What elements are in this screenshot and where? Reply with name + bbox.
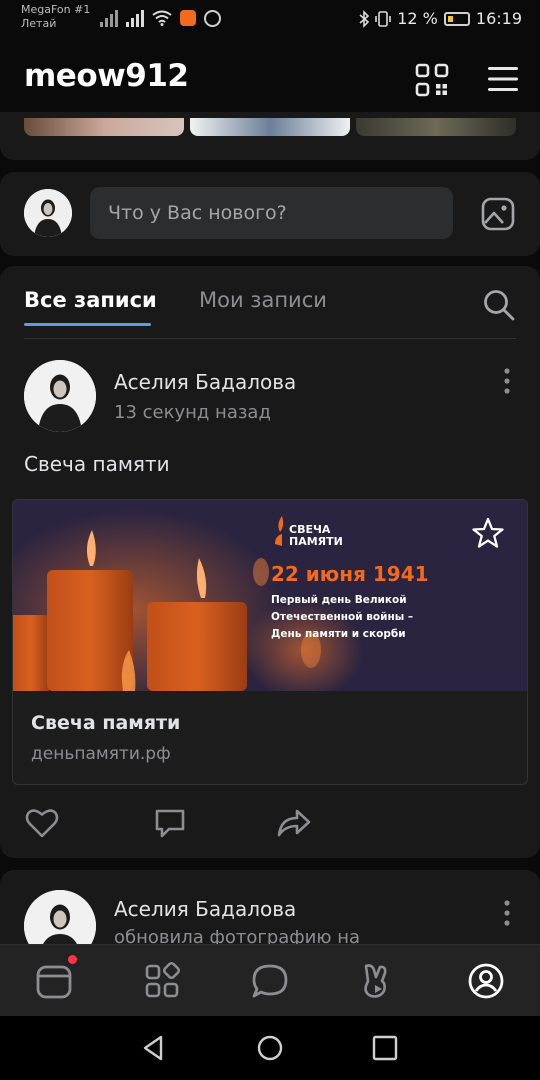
battery-icon [443, 11, 470, 26]
profile-icon[interactable] [466, 961, 506, 1001]
bookmark-star-icon[interactable] [471, 516, 505, 550]
more-options-icon[interactable] [498, 366, 516, 396]
search-icon[interactable] [482, 288, 516, 322]
banner-logo-text: СВЕЧА ПАМЯТИ [289, 524, 343, 548]
comment-icon[interactable] [152, 806, 188, 840]
wifi-icon [152, 10, 172, 26]
next-post: Аселия Бадалова обновила фотографию на [0, 870, 540, 962]
news-feed: Все записи Мои записи Аселия Бадалова 13… [0, 266, 540, 858]
battery-percent: 12 % [397, 9, 438, 28]
post-text: Свеча памяти [24, 452, 170, 476]
status-bar: MegaFon #1 Летай 12 % 16:19 [0, 0, 540, 40]
more-options-icon[interactable] [498, 898, 516, 928]
post-author[interactable]: Аселия Бадалова [114, 897, 296, 921]
new-post-input[interactable]: Что у Вас нового? [90, 187, 453, 239]
share-icon[interactable] [276, 806, 312, 840]
avatar[interactable] [24, 189, 72, 237]
banner-date: 22 июня 1941 [271, 562, 429, 586]
active-tab-indicator [24, 323, 151, 326]
qr-code-icon[interactable] [414, 62, 450, 98]
banner-subtitle-line: День памяти и скорби [271, 628, 406, 640]
status-icons-left [100, 9, 221, 27]
status-icons-right: 12 % 16:19 [359, 9, 522, 28]
app-bar: meow912 [0, 40, 540, 120]
link-url[interactable]: деньпамяти.рф [31, 744, 171, 764]
notification-dot [68, 955, 77, 964]
logo-line: ПАМЯТИ [289, 535, 343, 548]
clock: 16:19 [475, 9, 522, 28]
banner-subtitle: Первый день Великой Отечественной войны … [271, 592, 413, 643]
app-notification-icon [180, 10, 196, 26]
messages-icon[interactable] [250, 961, 290, 1001]
story-thumb[interactable] [190, 118, 350, 136]
link-banner-image[interactable]: СВЕЧА ПАМЯТИ 22 июня 1941 Первый день Ве… [13, 500, 527, 710]
clips-icon[interactable] [358, 961, 398, 1001]
signal-icon [100, 9, 118, 27]
back-icon[interactable] [140, 1034, 168, 1062]
news-icon[interactable] [34, 961, 74, 1001]
recents-icon[interactable] [371, 1034, 399, 1062]
link-title[interactable]: Свеча памяти [31, 712, 180, 734]
post-author[interactable]: Аселия Бадалова [114, 370, 296, 394]
heart-icon[interactable] [24, 806, 60, 840]
signal-icon-2 [126, 9, 144, 27]
photo-icon[interactable] [480, 196, 516, 232]
tab-all-posts[interactable]: Все записи [24, 288, 157, 312]
services-icon[interactable] [142, 961, 182, 1001]
link-attachment[interactable]: СВЕЧА ПАМЯТИ 22 июня 1941 Первый день Ве… [12, 499, 528, 785]
home-icon[interactable] [256, 1034, 284, 1062]
carrier-sub: Летай [21, 17, 57, 30]
whatsapp-icon [204, 9, 221, 27]
stories-strip[interactable] [0, 112, 540, 160]
carrier-label: MegaFon #1 Летай [21, 3, 90, 31]
divider [24, 338, 516, 339]
bluetooth-icon [359, 9, 370, 28]
post-timestamp: 13 секунд назад [114, 402, 271, 423]
page-title: meow912 [24, 58, 189, 94]
bottom-navigation [0, 944, 540, 1016]
story-thumb[interactable] [24, 118, 184, 136]
story-thumb[interactable] [356, 118, 516, 136]
banner-subtitle-line: Отечественной войны – [271, 611, 414, 623]
tab-my-posts[interactable]: Мои записи [199, 288, 327, 312]
menu-icon[interactable] [486, 64, 520, 94]
carrier-name: MegaFon #1 [21, 3, 91, 16]
system-navigation-bar [0, 1016, 540, 1080]
vibrate-icon [375, 10, 392, 27]
avatar[interactable] [24, 360, 96, 432]
post-composer: Что у Вас нового? [0, 172, 540, 256]
banner-subtitle-line: Первый день Великой [271, 594, 407, 606]
